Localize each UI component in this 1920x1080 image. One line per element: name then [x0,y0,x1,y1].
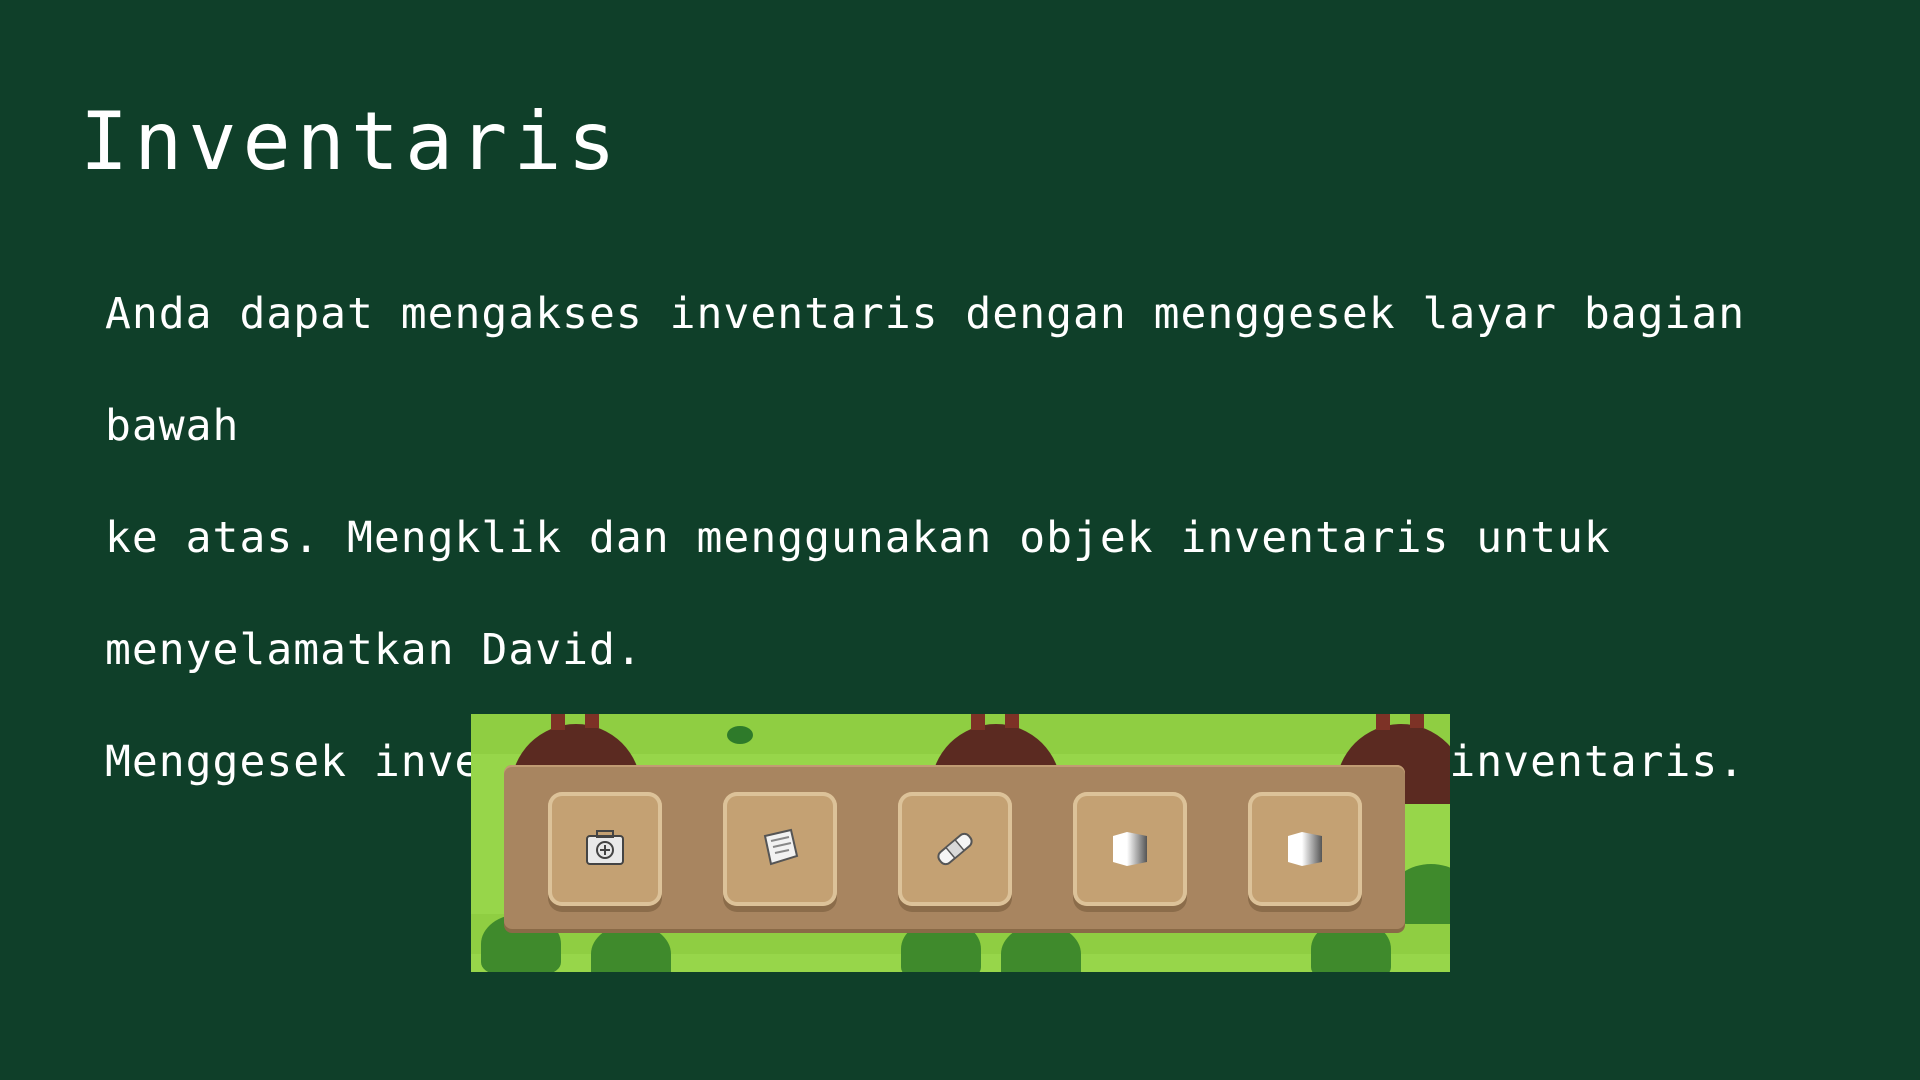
sprout [727,726,753,744]
paper-icon [763,828,799,866]
empty-item-icon [1288,832,1322,866]
inventory-slot-1[interactable] [548,792,662,906]
inventory-slot-4[interactable] [1073,792,1187,906]
paragraph-line-1: Anda dapat mengakses inventaris dengan m… [105,289,1773,451]
inventory-slot-3[interactable] [898,792,1012,906]
paragraph-line-3: menyelamatkan David. [105,625,643,675]
bandage-icon [937,832,973,866]
paragraph-line-2: ke atas. Mengklik dan menggunakan objek … [105,513,1611,563]
empty-item-icon [1113,832,1147,866]
page-title: Inventaris [80,95,622,188]
inventory-screenshot [471,714,1450,972]
inventory-bar [504,765,1405,929]
inventory-slot-5[interactable] [1248,792,1362,906]
first-aid-kit-icon [586,830,624,865]
inventory-slot-2[interactable] [723,792,837,906]
